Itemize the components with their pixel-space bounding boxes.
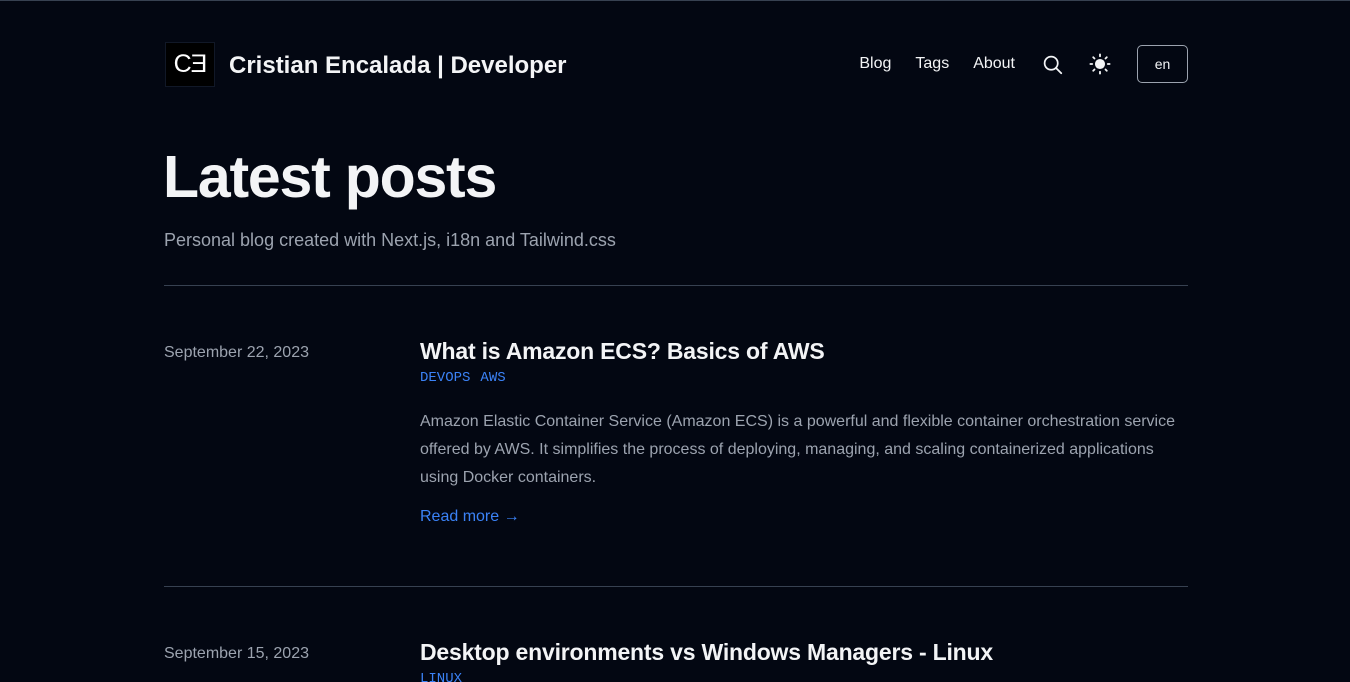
tag-devops[interactable]: DEVOPS bbox=[420, 370, 470, 386]
read-more-link[interactable]: Read more → bbox=[420, 508, 520, 526]
site-title: Cristian Encalada | Developer bbox=[229, 52, 567, 79]
site-header: CƎ Cristian Encalada | Developer Blog Ta… bbox=[165, 41, 1188, 87]
search-icon[interactable] bbox=[1041, 53, 1063, 75]
post-body: Desktop environments vs Windows Managers… bbox=[420, 639, 1188, 682]
site-logo: CƎ bbox=[165, 41, 215, 87]
post-date: September 22, 2023 bbox=[164, 344, 309, 361]
page-subtitle: Personal blog created with Next.js, i18n… bbox=[164, 230, 616, 250]
post-body: What is Amazon ECS? Basics of AWS DEVOPS… bbox=[420, 338, 1188, 526]
post-title[interactable]: Desktop environments vs Windows Managers… bbox=[420, 639, 1188, 666]
post-summary: Amazon Elastic Container Service (Amazon… bbox=[420, 413, 1176, 486]
nav-blog[interactable]: Blog bbox=[859, 55, 891, 73]
sun-icon[interactable] bbox=[1089, 53, 1111, 75]
post-tags: LINUX bbox=[420, 671, 1188, 682]
divider bbox=[164, 285, 1188, 286]
tag-aws[interactable]: AWS bbox=[480, 370, 505, 386]
home-link[interactable]: CƎ Cristian Encalada | Developer bbox=[165, 41, 567, 87]
main-nav: Blog Tags About en bbox=[859, 45, 1188, 83]
post-title[interactable]: What is Amazon ECS? Basics of AWS bbox=[420, 338, 1188, 365]
language-select[interactable]: en bbox=[1137, 45, 1188, 83]
page-title: Latest posts bbox=[163, 144, 497, 210]
nav-tags[interactable]: Tags bbox=[915, 55, 949, 73]
divider bbox=[164, 586, 1188, 587]
post-tags: DEVOPS AWS bbox=[420, 370, 1188, 386]
tag-linux[interactable]: LINUX bbox=[420, 671, 462, 682]
post-date: September 15, 2023 bbox=[164, 645, 309, 662]
nav-about[interactable]: About bbox=[973, 55, 1015, 73]
